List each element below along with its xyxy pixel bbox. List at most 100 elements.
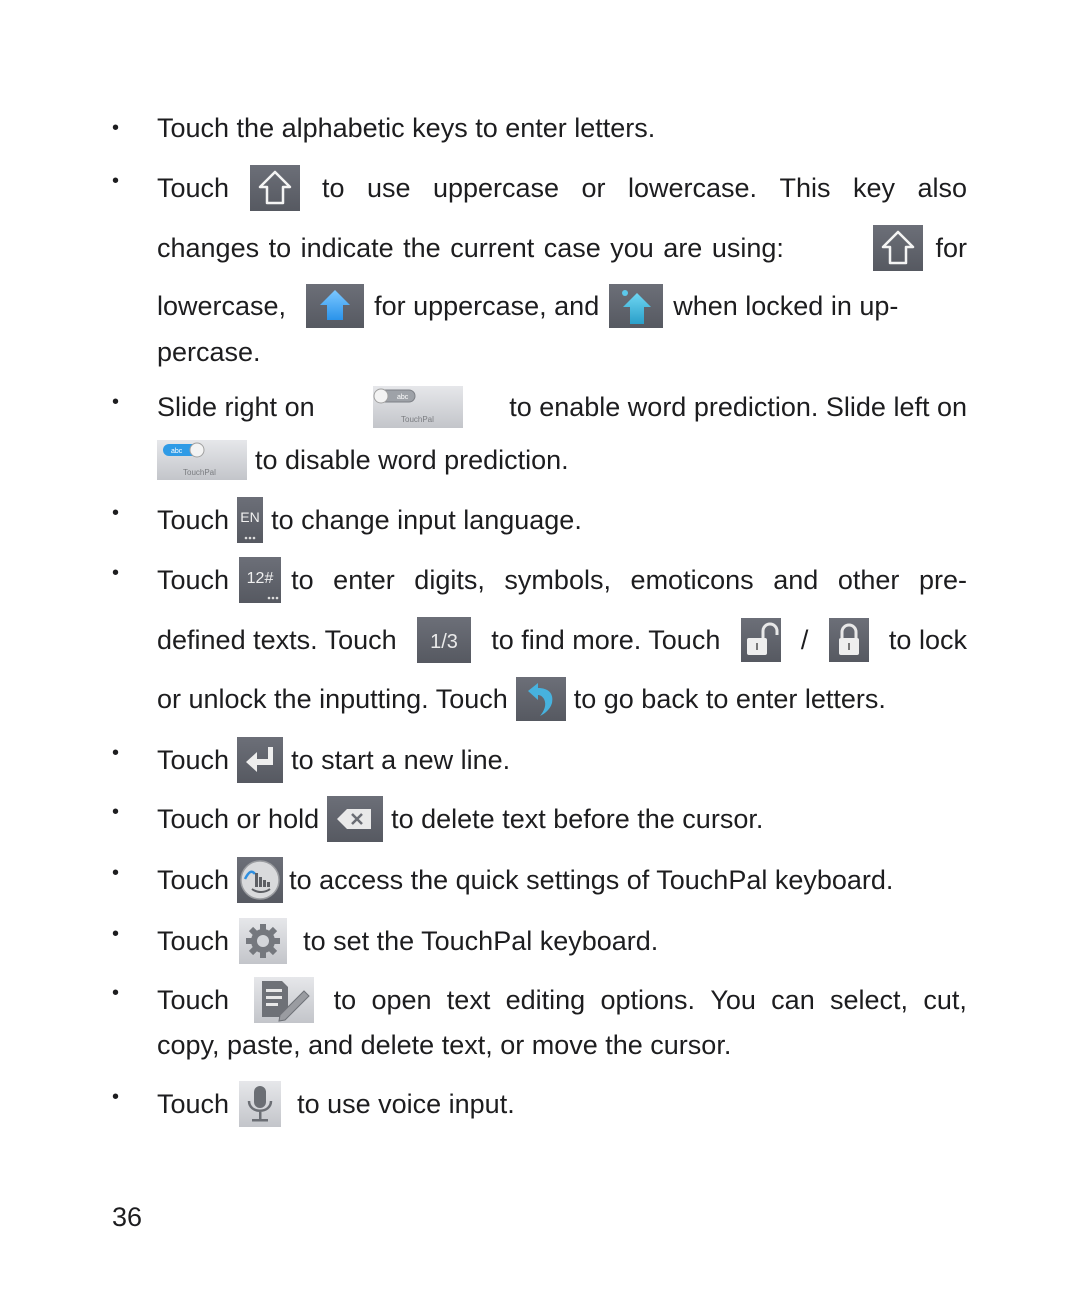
bullet: • (112, 502, 120, 524)
item-text: Touch (157, 505, 230, 535)
shift-uppercase-icon (306, 284, 365, 328)
item-text: to enter digits, symbols, emoticons and … (291, 565, 967, 595)
item-text: This (779, 173, 831, 203)
list-item-symbols: Touch 12# to enter digits, symbols, emot… (157, 557, 967, 603)
toggle-label: abc (397, 394, 409, 401)
touchpal-quick-settings-icon (237, 857, 284, 903)
shift-key-icon (249, 165, 300, 211)
item-text: to start a new line. (291, 745, 511, 775)
item-text: to delete text before the cursor. (391, 804, 764, 834)
list-item-alphabetic-keys: Touch the alphabetic keys to enter lette… (157, 112, 655, 144)
list-item-enter: Touch to start a new line. (157, 737, 510, 783)
bullet: • (112, 862, 120, 884)
list-item-word-prediction-line2: abc TouchPal to disable word prediction. (157, 440, 569, 480)
list-item-shift-line4: percase. (157, 336, 261, 368)
symbols-key-icon: 12# (239, 557, 282, 603)
microphone-icon (239, 1081, 282, 1127)
toggle-label: abc (171, 448, 183, 455)
item-text: percase. (157, 337, 261, 367)
item-text: use (366, 173, 411, 203)
list-item-text-editing: Touch to open text editing options. You … (157, 977, 967, 1023)
page-number: 36 (112, 1202, 143, 1232)
enter-key-icon (237, 737, 284, 783)
list-item-symbols-line2: defined texts. Touch 1/3 to find more. T… (157, 617, 967, 663)
list-item-shift: Touch to use uppercase or lowercase. Thi… (157, 165, 967, 211)
bullet: • (112, 391, 120, 413)
page-key-label: 1/3 (430, 631, 458, 653)
backspace-key-icon (327, 796, 384, 842)
item-text: Touch (157, 173, 230, 203)
list-item-language: Touch EN to change input language. (157, 497, 582, 543)
item-text: text (446, 985, 491, 1015)
item-text: defined texts. Touch (157, 625, 397, 655)
language-key-icon: EN (237, 497, 264, 543)
symbols-key-label: 12# (247, 570, 274, 587)
list-item-voice: Touch to use voice input. (157, 1081, 515, 1127)
item-text: Touch (157, 745, 230, 775)
item-text: Touch or hold (157, 804, 320, 834)
item-text: to access the quick settings of TouchPal… (289, 865, 894, 895)
item-text: to use voice input. (297, 1089, 515, 1119)
item-text: changes to indicate the current case you… (157, 233, 784, 263)
item-text: options. (600, 985, 696, 1015)
shift-lowercase-icon (873, 225, 924, 271)
item-text: select, (830, 985, 909, 1015)
item-text: key (852, 173, 895, 203)
bullet: • (112, 562, 120, 584)
item-text: to enable word prediction. Slide left on (509, 392, 967, 422)
item-text: Touch (157, 1089, 230, 1119)
list-item-word-prediction: Slide right on abc TouchPal to enable wo… (157, 386, 967, 428)
item-text: for uppercase, and (374, 291, 600, 321)
language-key-label: EN (240, 509, 259, 525)
list-item-text-editing-line2: copy, paste, and delete text, or move th… (157, 1029, 731, 1061)
item-text: to change input language. (271, 505, 582, 535)
item-text: Touch (157, 865, 230, 895)
item-text: lowercase. (627, 173, 758, 203)
list-item-quick-settings: Touch to access the quick settings of To… (157, 857, 893, 903)
text-edit-icon (254, 977, 315, 1023)
bullet: • (112, 1086, 120, 1108)
item-text: / (800, 625, 809, 655)
item-text: copy, paste, and delete text, or move th… (157, 1030, 732, 1060)
item-text: to set the TouchPal keyboard. (303, 926, 659, 956)
shift-locked-icon (609, 284, 664, 328)
item-text: uppercase (432, 173, 560, 203)
gear-icon (239, 918, 288, 964)
item-text: to disable word prediction. (255, 445, 569, 475)
item-text: lowercase, (157, 291, 287, 321)
unlock-icon (740, 618, 781, 662)
bullet: • (112, 117, 120, 139)
item-text: editing (505, 985, 586, 1015)
bullet: • (112, 742, 120, 764)
item-text: for (935, 233, 967, 263)
prediction-toggle-on-icon: abc TouchPal (157, 440, 247, 480)
item-text: can (771, 985, 815, 1015)
item-text: open (371, 985, 432, 1015)
list-item-settings: Touch to set the TouchPal keyboard. (157, 918, 658, 964)
item-text: or (581, 173, 606, 203)
list-item-shift-line3: lowercase, for uppercase, and when locke… (157, 284, 898, 328)
list-item-shift-line2: changes to indicate the current case you… (157, 225, 967, 271)
item-text: or unlock the inputting. Touch (157, 684, 508, 714)
bullet: • (112, 982, 120, 1004)
bullet: • (112, 170, 120, 192)
item-text: to (321, 173, 345, 203)
item-text: to lock (888, 625, 967, 655)
item-text: to (333, 985, 357, 1015)
item-text: Touch the alphabetic keys to enter lette… (157, 113, 656, 143)
item-text: Touch (157, 926, 230, 956)
list-item-symbols-line3: or unlock the inputting. Touch to go bac… (157, 677, 886, 721)
item-text: when locked in up- (673, 291, 899, 321)
lock-icon (828, 618, 869, 662)
item-text: Touch (157, 565, 230, 595)
toggle-brand: TouchPal (401, 415, 434, 424)
bullet: • (112, 801, 120, 823)
list-item-delete: Touch or hold to delete text before the … (157, 796, 763, 842)
item-text: Touch (157, 985, 230, 1015)
item-text: to go back to enter letters. (573, 684, 886, 714)
bullet: • (112, 923, 120, 945)
item-text: also (917, 173, 967, 203)
prediction-toggle-off-icon: abc TouchPal (372, 386, 463, 428)
item-text: to find more. Touch (491, 625, 721, 655)
back-arrow-icon (515, 677, 566, 721)
